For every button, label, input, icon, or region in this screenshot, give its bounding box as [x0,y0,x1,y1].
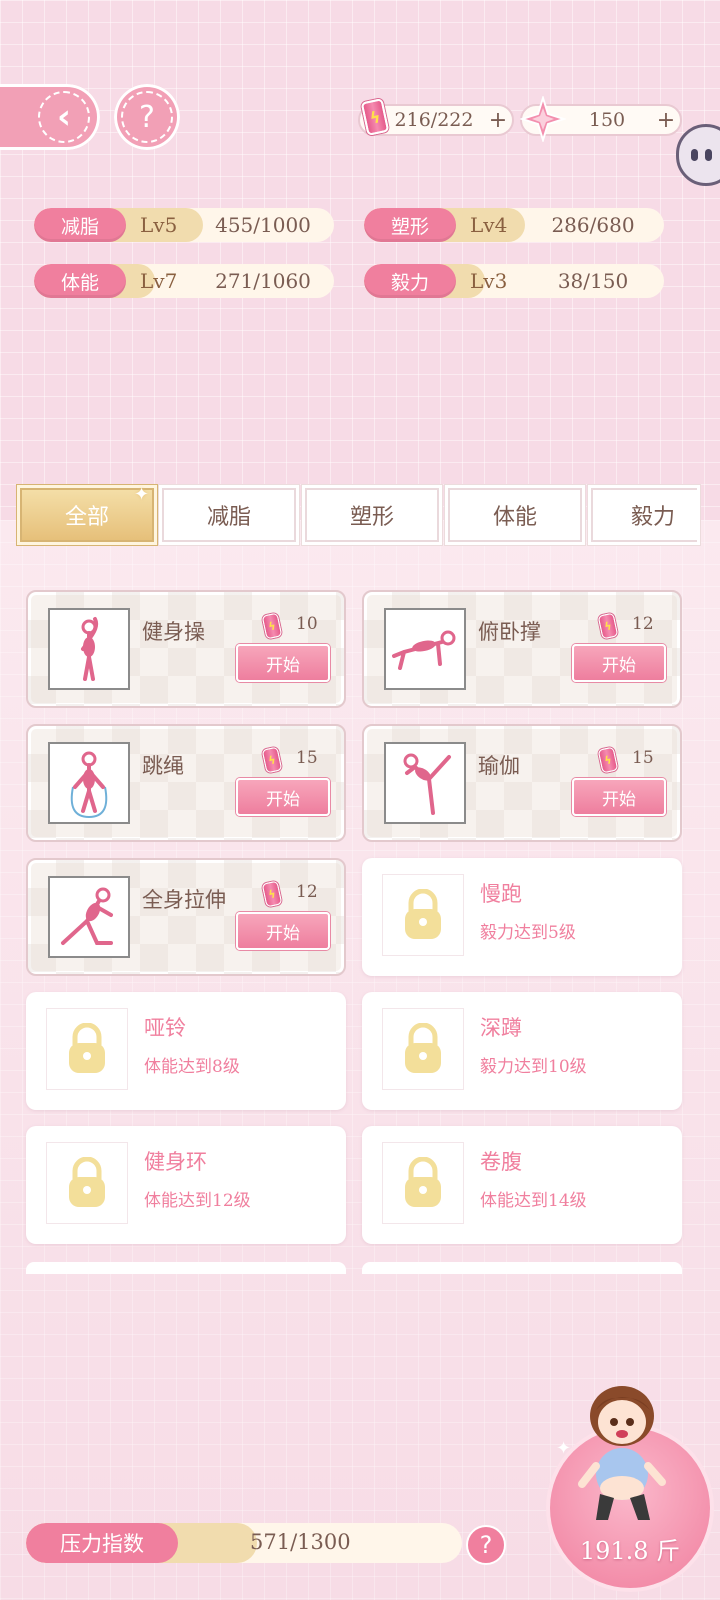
energy-cost: 12 [632,614,654,634]
energy-can-icon: ϟ [261,880,283,908]
star-value: 150 [588,109,626,131]
stat-stamina: 体能 Lv7 271/1060 [34,264,334,298]
energy-cost: 15 [296,748,318,768]
locked-card-jogging[interactable]: 慢跑 毅力达到5级 [362,858,682,976]
stress-label: 压力指数 [26,1523,178,1563]
unlock-requirement: 毅力达到10级 [480,1057,587,1077]
locked-exercise-name: 深蹲 [480,1016,522,1040]
stat-level: Lv4 [470,213,508,237]
add-stars-button[interactable]: + [652,108,680,133]
star-gem-icon [520,96,566,142]
star-counter: 150 + [520,96,682,142]
unlock-requirement: 毅力达到5级 [480,923,576,943]
stat-level: Lv3 [470,269,508,293]
stress-help-button[interactable]: ? [466,1525,506,1565]
exercise-name: 瑜伽 [478,754,520,778]
start-button[interactable]: 开始 [572,778,666,816]
stress-value: 571/1300 [250,1530,351,1554]
locked-card-crunch[interactable]: 卷腹 体能达到14级 [362,1126,682,1244]
exercise-card-pushup[interactable]: 俯卧撑 ϟ 12 开始 [362,590,682,708]
yoga-figure-icon [384,742,466,824]
pushup-figure-icon [384,608,466,690]
energy-cost: 10 [296,614,318,634]
stress-index-bar: 压力指数 571/1300 [26,1523,462,1563]
stat-fat-loss: 减脂 Lv5 455/1000 [34,208,334,242]
exercise-name: 全身拉伸 [142,888,226,912]
lock-icon [46,1142,128,1224]
exercise-name: 健身操 [142,620,205,644]
exercise-card-aerobics[interactable]: 健身操 ϟ 10 开始 [26,590,346,708]
stat-level: Lv7 [140,269,178,293]
energy-counter: ϟ 216/222 + [358,98,514,136]
stat-shaping: 塑形 Lv4 286/680 [364,208,664,242]
locked-exercise-name: 卷腹 [480,1150,522,1174]
stat-willpower: 毅力 Lv3 38/150 [364,264,664,298]
lock-icon [382,1142,464,1224]
exercise-name: 跳绳 [142,754,184,778]
energy-can-icon: ϟ [261,746,283,774]
locked-exercise-name: 慢跑 [480,882,522,906]
energy-can-icon: ϟ [261,612,283,640]
stat-progress: 286/680 [551,213,635,237]
help-button[interactable]: ? [114,84,180,150]
back-button[interactable]: ‹ [0,84,100,150]
locked-card-dumbbell[interactable]: 哑铃 体能达到8级 [26,992,346,1110]
stretch-figure-icon [48,876,130,958]
chevron-left-icon: ‹ [38,91,90,143]
locked-card-squat[interactable]: 深蹲 毅力达到10级 [362,992,682,1110]
stat-progress: 455/1000 [215,213,311,237]
energy-can-icon: ϟ [360,98,390,136]
start-button[interactable]: 开始 [572,644,666,682]
stat-level: Lv5 [140,213,178,237]
lock-icon [382,1008,464,1090]
locked-exercise-name: 健身环 [144,1150,207,1174]
tab-fat-loss[interactable]: 减脂 [162,488,296,542]
stat-name: 减脂 [34,208,126,242]
lock-icon [46,1008,128,1090]
jump-rope-figure-icon [48,742,130,824]
start-button[interactable]: 开始 [236,778,330,816]
start-button[interactable]: 开始 [236,912,330,950]
tab-stamina[interactable]: 体能 [448,488,582,542]
energy-can-icon: ϟ [597,746,619,774]
partial-card [362,1262,682,1274]
energy-can-icon: ϟ [597,612,619,640]
energy-cost: 15 [632,748,654,768]
tab-willpower[interactable]: 毅力 [591,488,697,542]
start-button[interactable]: 开始 [236,644,330,682]
stat-name: 毅力 [364,264,456,298]
lock-icon [382,874,464,956]
unlock-requirement: 体能达到14级 [480,1191,587,1211]
stat-name: 体能 [34,264,126,298]
exercise-card-yoga[interactable]: 瑜伽 ϟ 15 开始 [362,724,682,842]
sparkle-icon: ✦ [134,484,150,505]
partial-card [26,1262,346,1274]
character-avatar [578,1386,666,1520]
unlock-requirement: 体能达到12级 [144,1191,251,1211]
add-energy-button[interactable]: + [484,108,512,133]
aerobics-figure-icon [48,608,130,690]
exercise-card-jump-rope[interactable]: 跳绳 ϟ 15 开始 [26,724,346,842]
stat-progress: 271/1060 [215,269,311,293]
exercise-card-full-stretch[interactable]: 全身拉伸 ϟ 12 开始 [26,858,346,976]
stat-name: 塑形 [364,208,456,242]
tab-shaping[interactable]: 塑形 [305,488,439,542]
energy-value: 216/222 [394,109,474,131]
exercise-name: 俯卧撑 [478,620,541,644]
side-menu-handle[interactable] [676,124,720,186]
question-icon: ? [121,91,173,143]
energy-cost: 12 [296,882,318,902]
locked-card-fitness-ring[interactable]: 健身环 体能达到12级 [26,1126,346,1244]
unlock-requirement: 体能达到8级 [144,1057,240,1077]
locked-exercise-name: 哑铃 [144,1016,186,1040]
stat-progress: 38/150 [557,269,629,293]
